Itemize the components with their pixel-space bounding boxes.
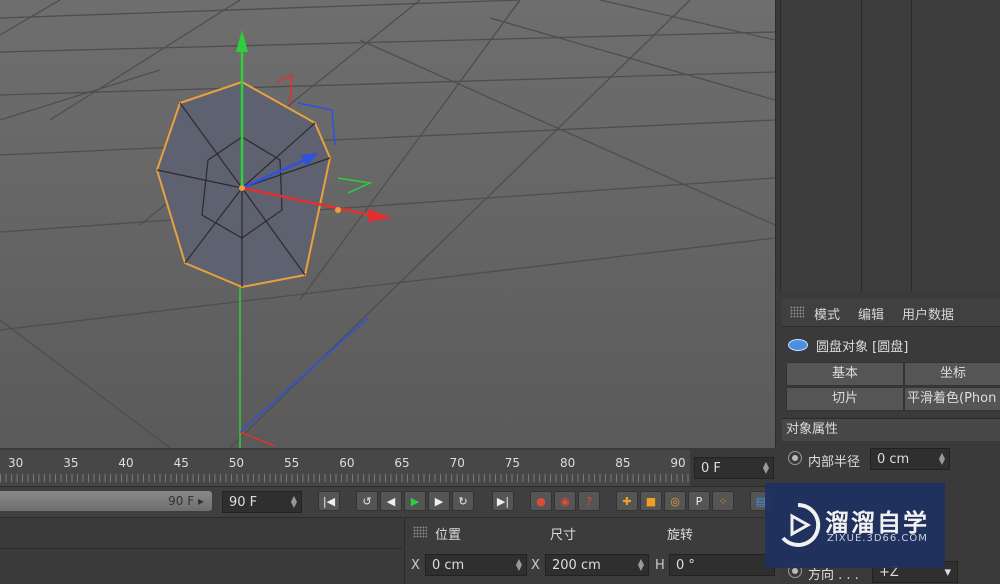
x-pos-label: X: [411, 558, 420, 573]
record-button[interactable]: ●: [530, 491, 552, 511]
panel-divider: [0, 548, 402, 549]
record-scale-button[interactable]: ■: [640, 491, 662, 511]
play-button[interactable]: ▶: [404, 491, 426, 511]
timeline-tick-label: 30: [8, 456, 24, 470]
timeline-tick-label: 50: [228, 456, 245, 470]
grip-icon[interactable]: [790, 306, 804, 318]
end-frame-value: 90 F: [229, 495, 258, 510]
viewport-canvas[interactable]: [0, 0, 775, 448]
tab-slice[interactable]: 切片: [786, 387, 904, 411]
previous-frame-button[interactable]: ◀: [380, 491, 402, 511]
ruler-ticks: [0, 474, 690, 482]
keyframe-selection-button[interactable]: ?: [578, 491, 600, 511]
spinner-icon[interactable]: ▲ ▼: [516, 558, 522, 572]
world-x-axis: [239, 431, 276, 447]
object-title: 圆盘对象 [圆盘]: [816, 340, 909, 355]
inner-radius-label: 内部半径: [808, 455, 861, 470]
rotation-header: 旋转: [667, 528, 694, 543]
next-frame-button[interactable]: ▶: [428, 491, 450, 511]
tab-coord[interactable]: 坐标: [904, 362, 1000, 386]
material-manager-panel: [0, 517, 402, 584]
inner-radius-field[interactable]: 0 cm ▲ ▼: [870, 448, 950, 470]
play-logo-icon: [781, 502, 821, 547]
menu-mode[interactable]: 模式: [814, 304, 840, 323]
record-point-level-button[interactable]: ⁘: [712, 491, 734, 511]
transport-bar: 90 F ▸ 90 F ▲ ▼ |◀ ↺ ◀ ▶ ▶ ↻ ▶| ● ◉ ? ✚ ■…: [0, 486, 775, 517]
watermark: 溜溜自学 ZIXUE.3D66.COM: [765, 483, 945, 568]
coordinates-manager: 位置 尺寸 旋转 X 0 cm ▲ ▼ X 200 cm ▲ ▼ H 0 °: [404, 517, 781, 584]
chevron-down-icon: ▾: [944, 565, 951, 580]
disc-object[interactable]: [155, 80, 332, 289]
disc-object-icon: [788, 339, 808, 351]
viewport-3d[interactable]: [0, 0, 776, 448]
timeline-ruler[interactable]: 30 35 40 45 50 55 60 65 70 75 80 85 90: [0, 450, 690, 486]
next-key-button[interactable]: ↻: [452, 491, 474, 511]
world-z-axis: [239, 317, 369, 433]
x-size-field[interactable]: 200 cm ▲ ▼: [545, 554, 649, 576]
size-header: 尺寸: [550, 528, 577, 543]
preview-range-slider[interactable]: 90 F ▸: [0, 491, 212, 511]
inner-radius-row: 内部半径 0 cm ▲ ▼: [786, 448, 956, 470]
previous-key-button[interactable]: ↺: [356, 491, 378, 511]
spinner-icon[interactable]: ▲ ▼: [763, 461, 769, 475]
timeline-tick-label: 60: [339, 456, 355, 470]
timeline-tick-label: 80: [560, 456, 576, 470]
ground-grid: [0, 0, 775, 448]
h-rotation-label: H: [655, 558, 665, 573]
h-rotation-field[interactable]: 0 °: [669, 554, 775, 576]
record-parameter-button[interactable]: P: [688, 491, 710, 511]
x-size-label: X: [531, 558, 540, 573]
timeline-tick-label: 90: [670, 456, 686, 470]
go-to-start-button[interactable]: |◀: [318, 491, 340, 511]
watermark-subtitle: ZIXUE.3D66.COM: [827, 533, 928, 544]
timeline-tick-label: 40: [118, 456, 134, 470]
x-position-field[interactable]: 0 cm ▲ ▼: [425, 554, 527, 576]
tab-basic[interactable]: 基本: [786, 362, 904, 386]
spinner-icon[interactable]: ▲ ▼: [291, 495, 297, 509]
record-position-button[interactable]: ✚: [616, 491, 638, 511]
timeline-tick-label: 75: [504, 456, 521, 470]
attributes-menu-bar: 模式 编辑 用户数据: [782, 298, 1000, 327]
spinner-icon[interactable]: ▲ ▼: [638, 558, 644, 572]
menu-edit[interactable]: 编辑: [858, 304, 884, 323]
autokey-button[interactable]: ◉: [554, 491, 576, 511]
current-frame-field[interactable]: 0 F ▲ ▼: [694, 457, 774, 479]
end-frame-field[interactable]: 90 F ▲ ▼: [222, 491, 302, 513]
animate-radio-icon[interactable]: [788, 451, 802, 465]
spinner-icon[interactable]: ▲ ▼: [939, 452, 945, 466]
go-to-end-button[interactable]: ▶|: [492, 491, 514, 511]
object-title-row: 圆盘对象 [圆盘]: [782, 330, 1000, 358]
object-properties-header: 对象属性: [782, 418, 1000, 441]
timeline-tick-label: 85: [615, 456, 631, 470]
timeline-tick-label: 70: [449, 456, 465, 470]
record-rotation-button[interactable]: ◎: [664, 491, 686, 511]
object-manager-panel: [780, 0, 1000, 292]
timeline-tick-label: 35: [63, 456, 79, 470]
h-rotation-value: 0 °: [676, 558, 695, 573]
grip-icon[interactable]: [413, 526, 427, 538]
current-frame-value: 0 F: [701, 461, 721, 476]
inner-radius-value: 0 cm: [877, 452, 910, 467]
timeline-tick-label: 45: [173, 456, 189, 470]
timeline-tick-label: 65: [394, 456, 410, 470]
range-end-label: 90 F: [168, 494, 195, 508]
x-position-value: 0 cm: [432, 558, 465, 573]
x-size-value: 200 cm: [552, 558, 601, 573]
timeline-tick-label: 55: [284, 456, 300, 470]
position-header: 位置: [435, 528, 462, 543]
tab-phong[interactable]: 平滑着色(Phon: [904, 387, 1000, 411]
menu-user-data[interactable]: 用户数据: [902, 304, 954, 323]
